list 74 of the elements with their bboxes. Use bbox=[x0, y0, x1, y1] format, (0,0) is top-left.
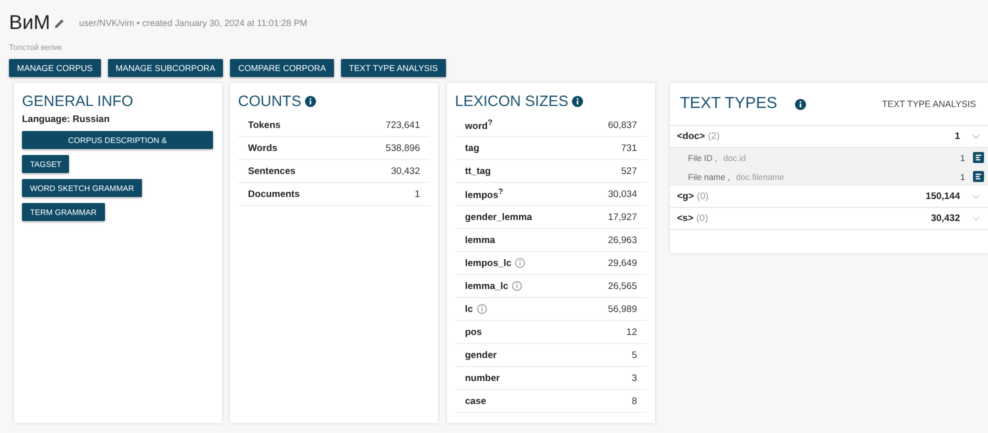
attribute-value: 1 bbox=[960, 172, 965, 182]
attribute-label: lempos_lc bbox=[465, 258, 512, 268]
attribute-value: 17,927 bbox=[608, 212, 637, 222]
list-icon[interactable] bbox=[973, 171, 984, 182]
card-title: COUNTS bbox=[238, 93, 302, 110]
info-button[interactable]: TERM GRAMMAR bbox=[22, 203, 105, 221]
attribute-value: 60,837 bbox=[608, 120, 637, 130]
text-type-row[interactable]: <g> (0) 150,144 bbox=[670, 186, 988, 208]
info-icon[interactable] bbox=[572, 96, 584, 107]
attribute-value: 8 bbox=[632, 396, 637, 406]
attribute-key: doc.id bbox=[723, 152, 746, 162]
corpus-subtitle: Толстой велик bbox=[9, 43, 63, 52]
text-type-row[interactable]: <s> (0) 30,432 bbox=[670, 208, 988, 230]
attribute-label: File ID , bbox=[688, 152, 718, 162]
list-icon[interactable] bbox=[973, 152, 984, 163]
attribute-label: lemma_lc bbox=[465, 280, 508, 292]
attribute-value: 527 bbox=[621, 166, 637, 176]
attribute-label: lempos$^{?}$ bbox=[465, 186, 504, 202]
info-button[interactable]: CORPUS DESCRIPTION & bbox=[22, 131, 213, 149]
attribute-label: gender_lemma bbox=[465, 212, 532, 222]
structure-value: 30,432 bbox=[930, 213, 960, 224]
structure-name: <g> bbox=[677, 191, 694, 202]
attribute-label: word$^{?}$ bbox=[465, 118, 493, 132]
count-value: 1 bbox=[414, 188, 420, 200]
attribute-value: 29,649 bbox=[608, 258, 637, 268]
attribute-value: 26,565 bbox=[608, 280, 637, 292]
count-value: 30,432 bbox=[390, 166, 420, 176]
info-icon[interactable] bbox=[305, 96, 316, 107]
action-button[interactable]: COMPARE CORPORA bbox=[230, 59, 334, 77]
structure-name: <doc> bbox=[677, 131, 705, 142]
structure-value: 1 bbox=[954, 131, 960, 142]
structure-name: <s> bbox=[677, 213, 694, 224]
attribute-key: doc.filename bbox=[736, 172, 784, 182]
attribute-label: lemma bbox=[465, 234, 496, 246]
card-title: GENERAL INFO bbox=[22, 93, 134, 110]
text-type-analysis-link[interactable]: TEXT TYPE ANALYSIS bbox=[882, 99, 976, 109]
structure-count: (0) bbox=[696, 191, 709, 202]
attribute-label: lc bbox=[465, 304, 473, 314]
attribute-label: tt_tag bbox=[465, 166, 491, 176]
action-button[interactable]: MANAGE CORPUS bbox=[9, 59, 101, 77]
corpus-meta: user/NVK/vim • created January 30, 2024 at 11:01:28 PM bbox=[79, 18, 308, 28]
structure-count: (0) bbox=[696, 213, 708, 224]
count-value: 723,641 bbox=[386, 120, 420, 130]
info-button[interactable]: TAGSET bbox=[22, 155, 70, 173]
attribute-value: 30,034 bbox=[608, 188, 637, 200]
attribute-value: 26,963 bbox=[608, 234, 637, 246]
info-button[interactable]: WORD SKETCH GRAMMAR bbox=[22, 179, 142, 197]
attribute-value: 5 bbox=[632, 350, 637, 360]
structure-count: (2) bbox=[708, 131, 720, 142]
count-label: Words bbox=[248, 142, 278, 154]
count-label: Documents bbox=[248, 188, 300, 200]
pencil-icon[interactable] bbox=[54, 18, 66, 28]
count-label: Tokens bbox=[248, 120, 281, 130]
count-value: 538,896 bbox=[386, 142, 420, 154]
action-button[interactable]: MANAGE SUBCORPORA bbox=[108, 59, 224, 77]
attribute-label: pos bbox=[465, 326, 482, 338]
attribute-label: tag bbox=[465, 142, 480, 154]
attribute-value: 1 bbox=[960, 152, 965, 162]
info-icon[interactable] bbox=[795, 98, 806, 110]
card-title: LEXICON SIZES bbox=[455, 93, 568, 110]
corpus-title: ВиМ bbox=[9, 12, 50, 34]
language-label: Language: Russian bbox=[22, 114, 110, 125]
attribute-value: 56,989 bbox=[608, 304, 637, 314]
attribute-label: gender bbox=[465, 350, 497, 360]
attribute-label: number bbox=[465, 372, 500, 384]
attribute-label: File name , bbox=[688, 172, 730, 182]
attribute-label: case bbox=[465, 396, 486, 406]
attribute-value: 12 bbox=[626, 326, 637, 338]
action-button[interactable]: TEXT TYPE ANALYSIS bbox=[340, 59, 446, 77]
count-label: Sentences bbox=[248, 166, 296, 176]
structure-value: 150,144 bbox=[926, 191, 960, 202]
card-title: TEXT TYPES bbox=[680, 95, 778, 113]
attribute-value: 3 bbox=[632, 372, 637, 384]
attribute-value: 731 bbox=[621, 142, 637, 154]
